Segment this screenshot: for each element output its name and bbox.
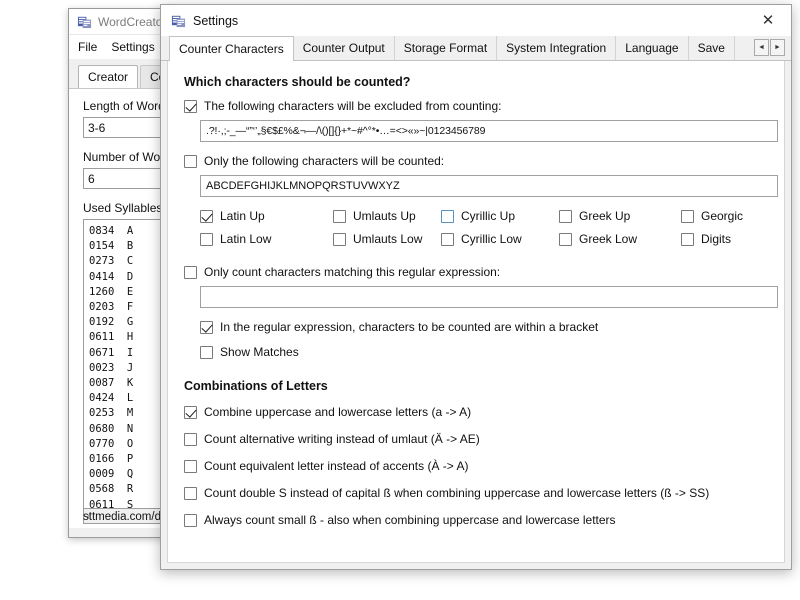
equivalent-accents-label: Count equivalent letter instead of accen… xyxy=(204,459,469,473)
umlauts-low-checkbox[interactable] xyxy=(333,232,346,246)
regex-bracket-checkbox[interactable] xyxy=(200,320,213,334)
umlauts-up-checkbox[interactable] xyxy=(333,209,346,223)
settings-dialog[interactable]: Settings ✕ Counter Characters Counter Ou… xyxy=(160,4,792,570)
regex-checkbox[interactable] xyxy=(184,265,197,279)
tab-scroll-left-icon[interactable]: ◄ xyxy=(754,39,769,56)
cyrillic-up-label: Cyrillic Up xyxy=(461,209,515,223)
greek-up-label: Greek Up xyxy=(579,209,631,223)
georgic-checkbox[interactable] xyxy=(681,209,694,223)
tab-save[interactable]: Save xyxy=(687,36,735,60)
settings-titlebar[interactable]: Settings ✕ xyxy=(161,5,791,36)
checkbox-row-cyrillic-up[interactable]: Cyrillic Up xyxy=(441,209,559,223)
tab-system-integration[interactable]: System Integration xyxy=(496,36,617,60)
tab-counter-characters[interactable]: Counter Characters xyxy=(169,36,294,61)
menu-settings[interactable]: Settings xyxy=(111,40,154,54)
show-matches-checkbox-row[interactable]: Show Matches xyxy=(200,345,768,359)
combine-case-checkbox[interactable] xyxy=(184,405,197,419)
latin-low-label: Latin Low xyxy=(220,232,272,246)
checkbox-row-latin-up[interactable]: Latin Up xyxy=(200,209,333,223)
alternative-umlaut-checkbox-row[interactable]: Count alternative writing instead of uml… xyxy=(184,432,768,446)
menu-file[interactable]: File xyxy=(78,40,97,54)
settings-tabstrip[interactable]: Counter Characters Counter Output Storag… xyxy=(161,36,791,61)
checkbox-row-greek-up[interactable]: Greek Up xyxy=(559,209,681,223)
tab-scroll-right-icon[interactable]: ► xyxy=(770,39,785,56)
greek-low-label: Greek Low xyxy=(579,232,638,246)
umlauts-up-label: Umlauts Up xyxy=(353,209,416,223)
exclude-characters-checkbox-row[interactable]: The following characters will be exclude… xyxy=(184,99,768,113)
screen: WordCreator - File Settings Sy Creator C… xyxy=(0,0,800,600)
cyrillic-low-label: Cyrillic Low xyxy=(461,232,522,246)
latin-up-label: Latin Up xyxy=(220,209,265,223)
tab-storage-format[interactable]: Storage Format xyxy=(393,36,498,60)
digits-label: Digits xyxy=(701,232,732,246)
only-characters-checkbox-row[interactable]: Only the following characters will be co… xyxy=(184,154,768,168)
alternative-umlaut-checkbox[interactable] xyxy=(184,432,197,446)
alternative-umlaut-label: Count alternative writing instead of uml… xyxy=(204,432,480,446)
wordcreator-status-text: sttmedia.com/d xyxy=(83,511,161,523)
exclude-characters-label: The following characters will be exclude… xyxy=(204,99,502,113)
settings-title: Settings xyxy=(193,13,239,28)
checkbox-row-cyrillic-low[interactable]: Cyrillic Low xyxy=(441,232,559,246)
checkbox-row-latin-low[interactable]: Latin Low xyxy=(200,232,333,246)
checkbox-row-umlauts-low[interactable]: Umlauts Low xyxy=(333,232,441,246)
combine-case-checkbox-row[interactable]: Combine uppercase and lowercase letters … xyxy=(184,405,768,419)
charset-checkbox-grid: Latin Up Umlauts Up Cyrillic Up Greek Up… xyxy=(200,209,768,246)
close-icon[interactable]: ✕ xyxy=(745,5,791,36)
georgic-label: Georgic xyxy=(701,209,744,223)
always-small-sharp-s-checkbox-row[interactable]: Always count small ß - also when combini… xyxy=(184,513,768,527)
greek-low-checkbox[interactable] xyxy=(559,232,572,246)
latin-low-checkbox[interactable] xyxy=(200,232,213,246)
checkbox-row-digits[interactable]: Digits xyxy=(681,232,768,246)
always-small-sharp-s-checkbox[interactable] xyxy=(184,513,197,527)
digits-checkbox[interactable] xyxy=(681,232,694,246)
greek-up-checkbox[interactable] xyxy=(559,209,572,223)
always-small-sharp-s-label: Always count small ß - also when combini… xyxy=(204,513,616,527)
counter-characters-panel: Which characters should be counted? The … xyxy=(167,61,785,563)
wordcreator-tab-creator[interactable]: Creator xyxy=(78,65,139,88)
tab-counter-output[interactable]: Counter Output xyxy=(292,36,395,60)
section-header-which-characters: Which characters should be counted? xyxy=(184,75,411,89)
section-header-combinations: Combinations of Letters xyxy=(184,379,328,393)
umlauts-low-label: Umlauts Low xyxy=(353,232,423,246)
combine-case-label: Combine uppercase and lowercase letters … xyxy=(204,405,472,419)
equivalent-accents-checkbox[interactable] xyxy=(184,459,197,473)
regex-input[interactable] xyxy=(200,286,778,308)
checkbox-row-georgic[interactable]: Georgic xyxy=(681,209,768,223)
settings-window-icon xyxy=(171,15,186,28)
checkbox-row-greek-low[interactable]: Greek Low xyxy=(559,232,681,246)
cyrillic-up-checkbox[interactable] xyxy=(441,209,454,223)
latin-up-checkbox[interactable] xyxy=(200,209,213,223)
exclude-characters-input[interactable]: .?!·,;-_—“”‘’„§€$£%&¬—/\()[]{}+*~#^°*•…=… xyxy=(200,120,778,142)
cyrillic-low-checkbox[interactable] xyxy=(441,232,454,246)
only-characters-label: Only the following characters will be co… xyxy=(204,154,445,168)
regex-label: Only count characters matching this regu… xyxy=(204,265,501,279)
exclude-characters-checkbox[interactable] xyxy=(184,99,197,113)
double-s-label: Count double S instead of capital ß when… xyxy=(204,486,710,500)
only-characters-checkbox[interactable] xyxy=(184,154,197,168)
show-matches-checkbox[interactable] xyxy=(200,345,213,359)
tab-language[interactable]: Language xyxy=(615,36,689,60)
regex-checkbox-row[interactable]: Only count characters matching this regu… xyxy=(184,265,768,279)
double-s-checkbox-row[interactable]: Count double S instead of capital ß when… xyxy=(184,486,768,500)
wordcreator-icon xyxy=(77,16,92,29)
equivalent-accents-checkbox-row[interactable]: Count equivalent letter instead of accen… xyxy=(184,459,768,473)
tab-scroll-buttons[interactable]: ◄ ► xyxy=(754,39,785,56)
regex-bracket-label: In the regular expression, characters to… xyxy=(220,320,599,334)
checkbox-row-umlauts-up[interactable]: Umlauts Up xyxy=(333,209,441,223)
only-characters-input[interactable]: ABCDEFGHIJKLMNOPQRSTUVWXYZ xyxy=(200,175,778,197)
regex-bracket-checkbox-row[interactable]: In the regular expression, characters to… xyxy=(200,320,768,334)
double-s-checkbox[interactable] xyxy=(184,486,197,500)
show-matches-label: Show Matches xyxy=(220,345,299,359)
